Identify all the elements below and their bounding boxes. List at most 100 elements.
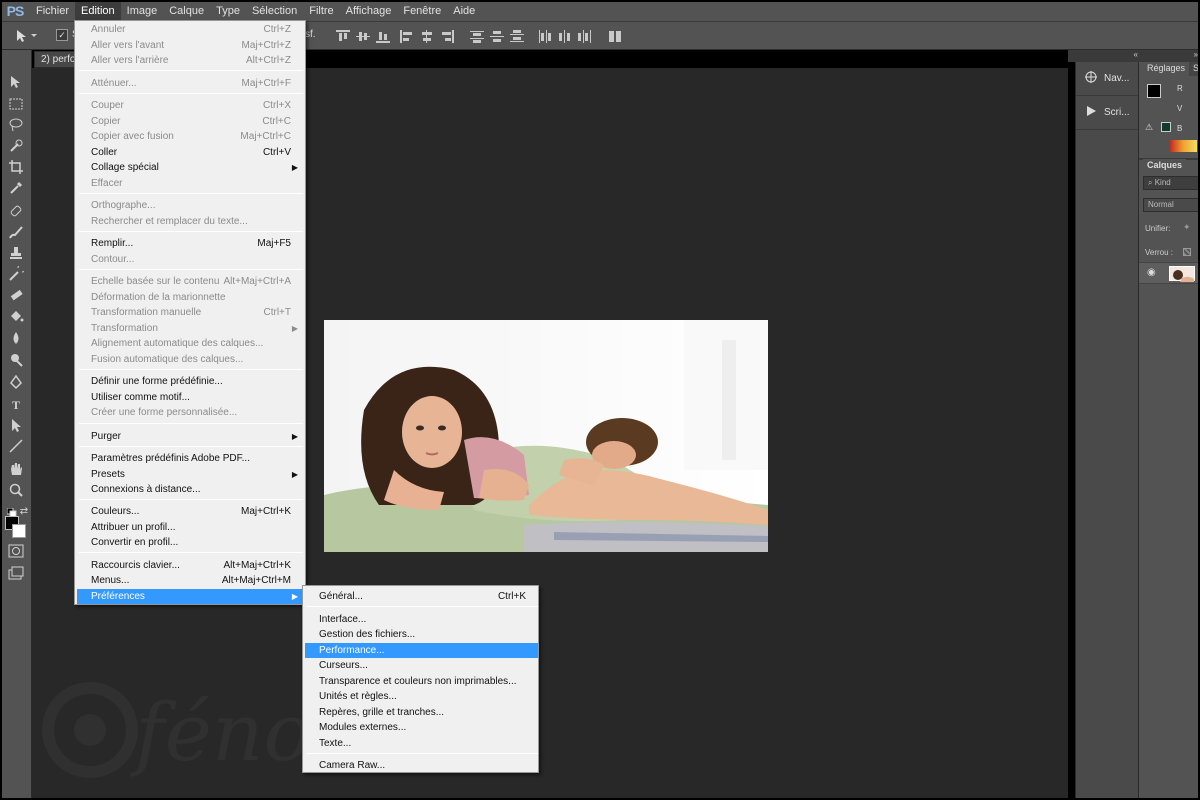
paint-bucket-tool-icon[interactable]: [6, 308, 26, 326]
lock-transparent-icon[interactable]: [1183, 248, 1191, 256]
menu-item-attribuer-profil[interactable]: Attribuer un profil...: [77, 520, 303, 535]
menu-item-camera-raw[interactable]: Camera Raw...: [305, 758, 538, 773]
align-bottom-icon[interactable]: [376, 30, 390, 43]
menu-type[interactable]: Type: [210, 0, 246, 22]
menu-item-contour[interactable]: Contour...: [77, 252, 303, 267]
line-tool-icon[interactable]: [6, 438, 26, 456]
blur-tool-icon[interactable]: [6, 330, 26, 348]
hand-tool-icon[interactable]: [6, 461, 26, 479]
quick-selection-tool-icon[interactable]: [6, 138, 26, 156]
menu-item-purger[interactable]: Purger ▶: [77, 429, 303, 444]
marquee-tool-icon[interactable]: [6, 96, 26, 114]
web-safe-color-chip[interactable]: [1161, 122, 1171, 132]
tab-swatches[interactable]: S: [1189, 62, 1200, 76]
distribute-bottom-icon[interactable]: [510, 30, 524, 43]
menu-item-curseurs[interactable]: Curseurs...: [305, 658, 538, 673]
menu-item-remplir[interactable]: Remplir... Maj+F5: [77, 236, 303, 251]
history-brush-tool-icon[interactable]: [6, 263, 27, 284]
menu-item-orthographe[interactable]: Orthographe...: [77, 198, 303, 213]
distribute-hcenter-icon[interactable]: [558, 30, 572, 43]
menu-item-modules-externes[interactable]: Modules externes...: [305, 720, 538, 735]
menu-item-raccourcis-clavier[interactable]: Raccourcis clavier... Alt+Maj+Ctrl+K: [77, 558, 303, 573]
menu-item-unites-regles[interactable]: Unités et règles...: [305, 689, 538, 704]
menu-item-fusion-auto[interactable]: Fusion automatique des calques...: [77, 352, 303, 367]
menu-item-coller[interactable]: Coller Ctrl+V: [77, 145, 303, 160]
tab-calques[interactable]: Calques: [1143, 159, 1187, 173]
menu-filtre[interactable]: Filtre: [303, 0, 339, 22]
blend-mode-select[interactable]: Normal: [1143, 198, 1200, 212]
zoom-tool-icon[interactable]: [6, 482, 26, 500]
menu-item-definir-forme[interactable]: Définir une forme prédéfinie...: [77, 374, 303, 389]
distribute-right-icon[interactable]: [578, 30, 592, 43]
color-ramp[interactable]: [1169, 140, 1197, 152]
auto-align-icon[interactable]: [608, 30, 622, 43]
menu-item-effacer[interactable]: Effacer: [77, 176, 303, 191]
layer-kind-filter[interactable]: ⌕ Kind: [1143, 176, 1200, 190]
quick-mask-icon[interactable]: [6, 544, 26, 562]
menu-image[interactable]: Image: [121, 0, 164, 22]
unify-position-icon[interactable]: ✦: [1183, 222, 1191, 233]
menu-item-copier-avec-fusion[interactable]: Copier avec fusion Maj+Ctrl+C: [77, 129, 303, 144]
move-tool-icon[interactable]: [6, 74, 26, 92]
menu-affichage[interactable]: Affichage: [340, 0, 398, 22]
screen-mode-icon[interactable]: [6, 566, 26, 584]
menu-item-aller-vers-avant[interactable]: Aller vers l'avant Maj+Ctrl+Z: [77, 38, 303, 53]
menu-item-reperes-grille[interactable]: Repères, grille et tranches...: [305, 705, 538, 720]
menu-item-transformation[interactable]: Transformation ▶: [77, 321, 303, 336]
menu-item-rechercher-remplacer[interactable]: Rechercher et remplacer du texte...: [77, 214, 303, 229]
menu-selection[interactable]: Sélection: [246, 0, 303, 22]
menu-item-interface[interactable]: Interface...: [305, 612, 538, 627]
foreground-color-chip[interactable]: [1147, 84, 1161, 98]
layer-row[interactable]: ◉: [1139, 262, 1200, 284]
menu-edition[interactable]: Edition: [75, 0, 121, 22]
menu-item-copier[interactable]: Copier Ctrl+C: [77, 114, 303, 129]
menu-item-echelle-contenu[interactable]: Echelle basée sur le contenu Alt+Maj+Ctrl…: [77, 274, 303, 289]
menu-item-transparence[interactable]: Transparence et couleurs non imprimables…: [305, 674, 538, 689]
menu-aide[interactable]: Aide: [447, 0, 481, 22]
menu-fenetre[interactable]: Fenêtre: [397, 0, 447, 22]
distribute-vcenter-icon[interactable]: [490, 30, 504, 43]
lasso-tool-icon[interactable]: [6, 117, 26, 135]
align-vcenter-icon[interactable]: [356, 30, 370, 43]
menu-item-preferences[interactable]: Préférences ▶: [77, 589, 303, 604]
eraser-tool-icon[interactable]: [6, 287, 26, 305]
dock-navigator[interactable]: Nav...: [1076, 62, 1139, 96]
dock-scripts[interactable]: Scri...: [1076, 96, 1139, 130]
menu-item-aller-vers-arriere[interactable]: Aller vers l'arrière Alt+Ctrl+Z: [77, 53, 303, 68]
menu-item-performance[interactable]: Performance...: [305, 643, 538, 658]
menu-item-attenuer[interactable]: Atténuer... Maj+Ctrl+F: [77, 76, 303, 91]
menu-item-gestion-fichiers[interactable]: Gestion des fichiers...: [305, 627, 538, 642]
menu-fichier[interactable]: Fichier: [30, 0, 75, 22]
type-tool-icon[interactable]: T: [6, 396, 26, 414]
move-tool-icon[interactable]: [14, 28, 42, 44]
menu-item-alignement-auto[interactable]: Alignement automatique des calques...: [77, 336, 303, 351]
menu-item-convertir-profil[interactable]: Convertir en profil...: [77, 535, 303, 550]
align-left-icon[interactable]: [400, 30, 414, 43]
align-hcenter-icon[interactable]: [420, 30, 434, 43]
menu-item-transformation-manuelle[interactable]: Transformation manuelle Ctrl+T: [77, 305, 303, 320]
menu-item-couleurs[interactable]: Couleurs... Maj+Ctrl+K: [77, 504, 303, 519]
menu-item-creer-forme[interactable]: Créer une forme personnalisée...: [77, 405, 303, 420]
align-right-icon[interactable]: [440, 30, 454, 43]
eye-visibility-icon[interactable]: ◉: [1147, 267, 1156, 278]
panel-collapse-strip[interactable]: « »: [1068, 50, 1200, 62]
collapse-arrows-icon[interactable]: «: [1134, 50, 1138, 59]
menu-calque[interactable]: Calque: [163, 0, 210, 22]
brush-tool-icon[interactable]: [6, 224, 26, 242]
distribute-top-icon[interactable]: [470, 30, 484, 43]
menu-item-general[interactable]: Général... Ctrl+K: [305, 589, 538, 604]
menu-item-utiliser-motif[interactable]: Utiliser comme motif...: [77, 390, 303, 405]
menu-item-connexions-distance[interactable]: Connexions à distance...: [77, 482, 303, 497]
distribute-left-icon[interactable]: [538, 30, 552, 43]
menu-item-parametres-pdf[interactable]: Paramètres prédéfinis Adobe PDF...: [77, 451, 303, 466]
eyedropper-tool-icon[interactable]: [6, 180, 26, 198]
menu-item-texte[interactable]: Texte...: [305, 736, 538, 751]
menu-item-annuler[interactable]: Annuler Ctrl+Z: [77, 22, 303, 37]
dodge-tool-icon[interactable]: [6, 352, 26, 370]
menu-item-couper[interactable]: Couper Ctrl+X: [77, 98, 303, 113]
tab-reglages[interactable]: Réglages: [1143, 62, 1190, 76]
crop-tool-icon[interactable]: [6, 159, 26, 177]
menu-item-presets[interactable]: Presets ▶: [77, 467, 303, 482]
clone-stamp-tool-icon[interactable]: [6, 245, 26, 263]
expand-arrows-icon[interactable]: »: [1194, 50, 1198, 59]
